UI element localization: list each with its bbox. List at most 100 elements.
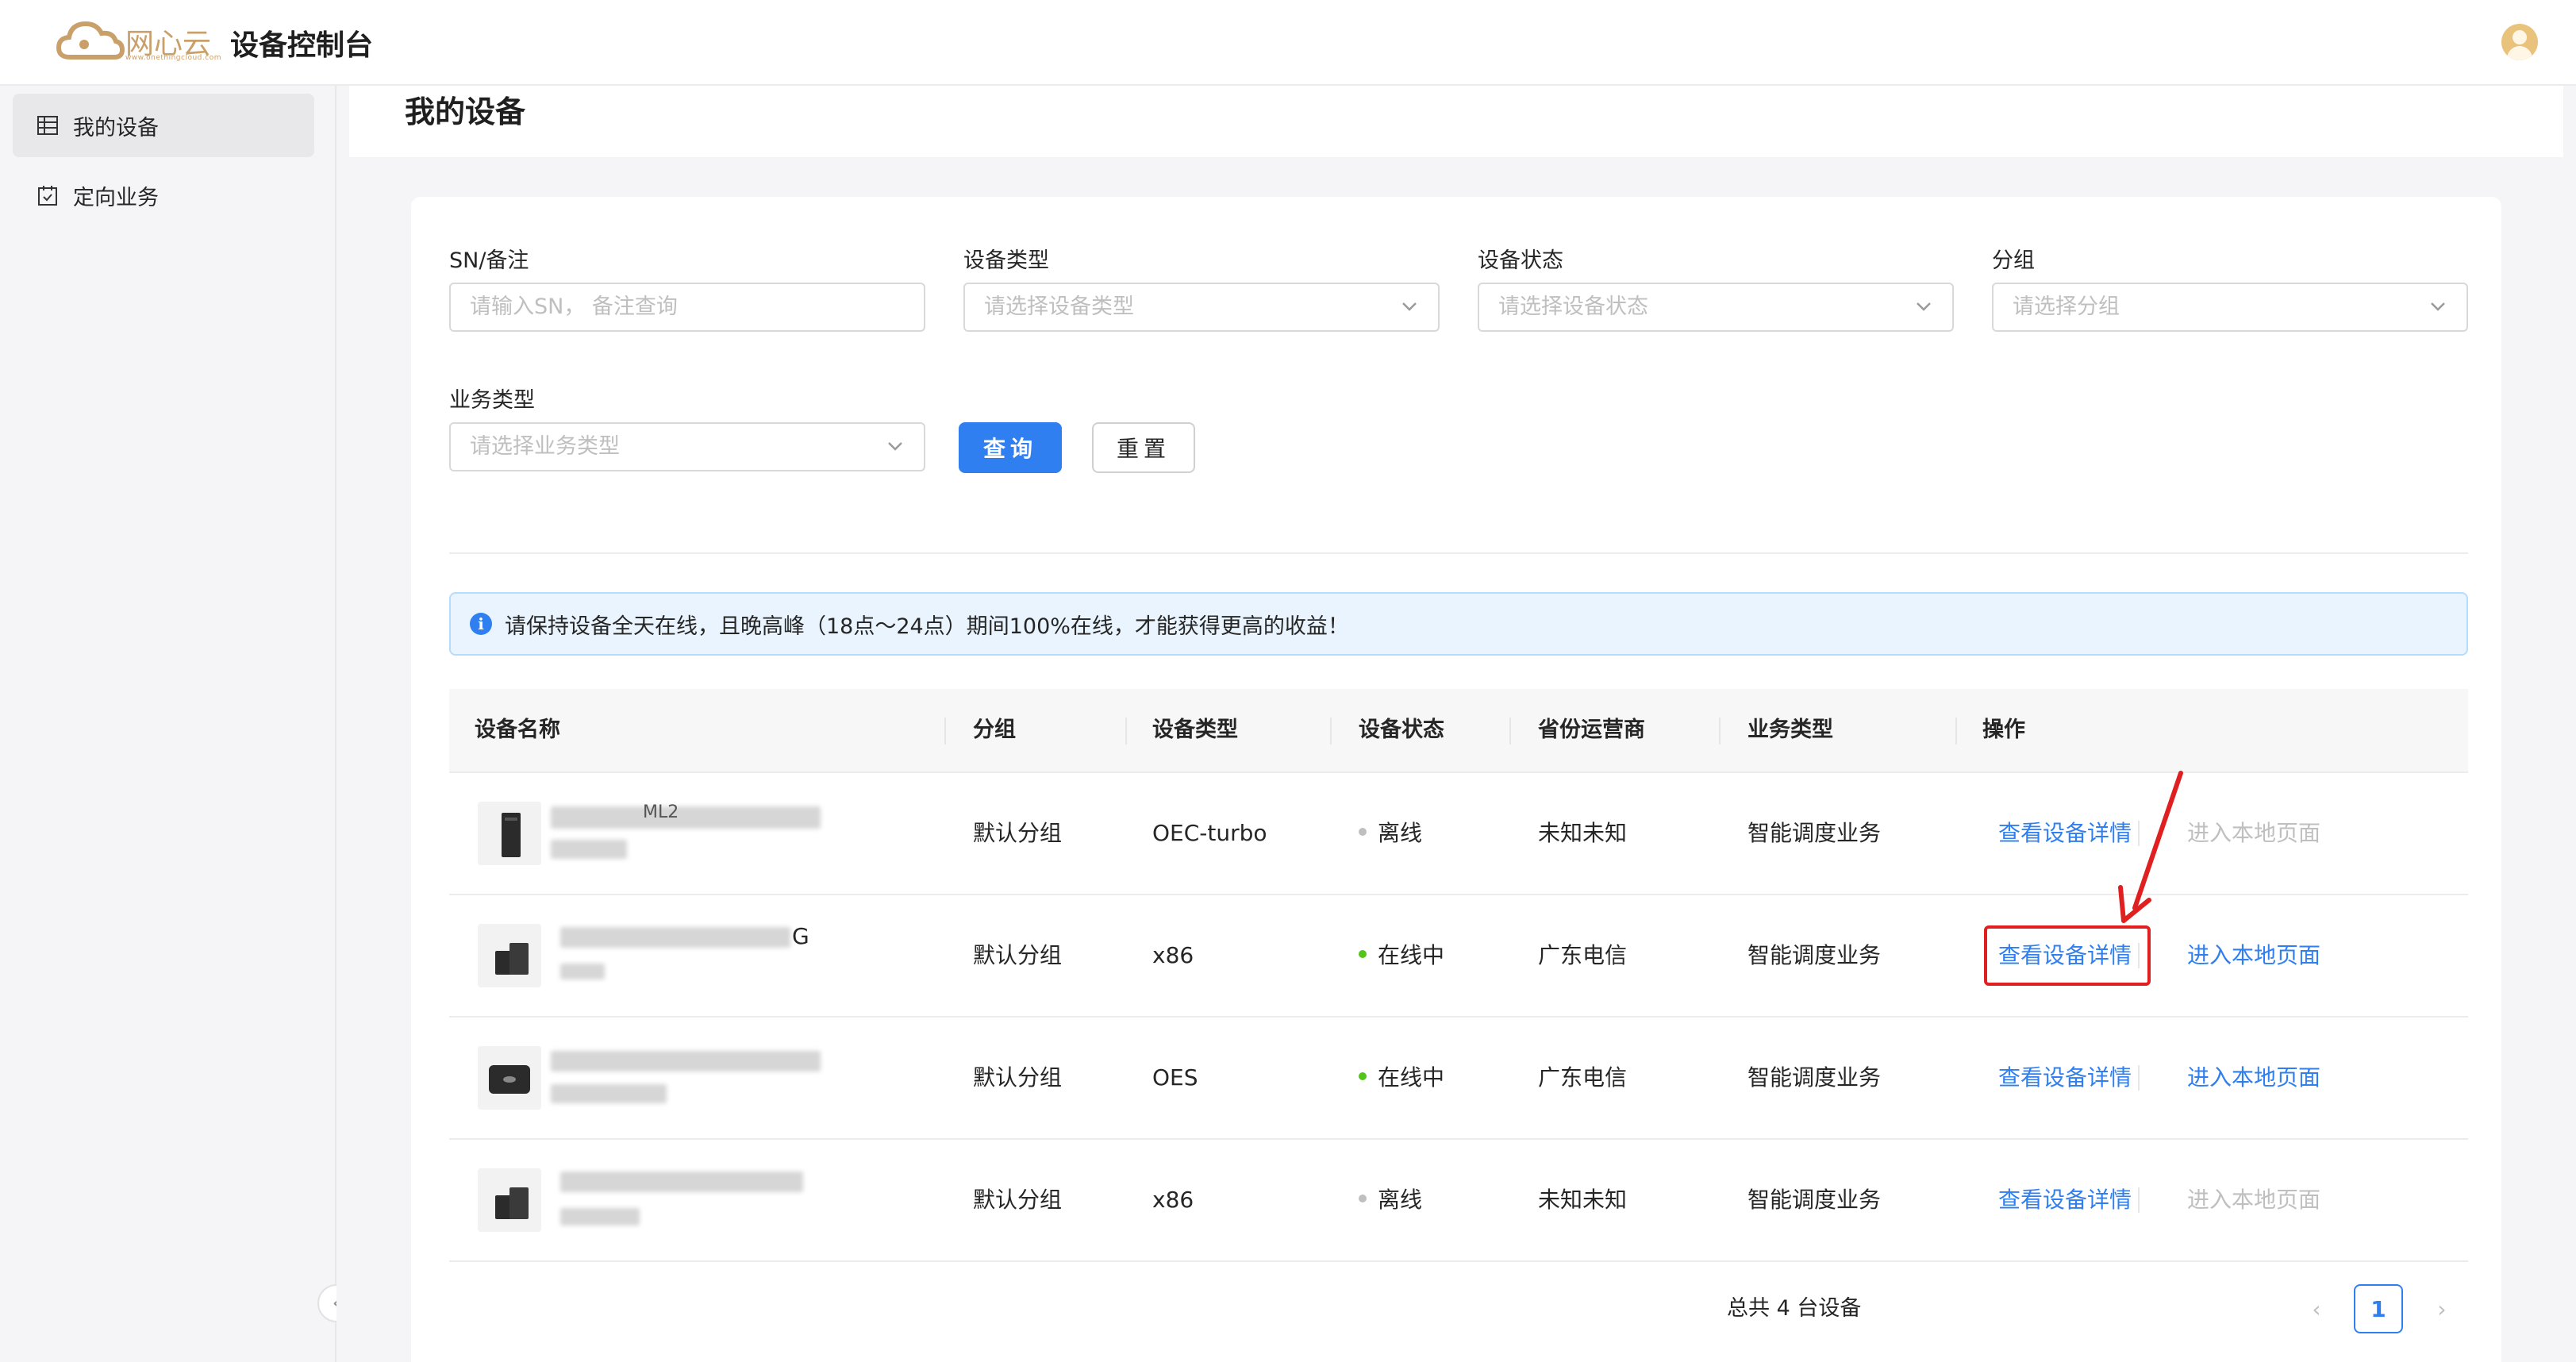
business-type-cell: 智能调度业务 <box>1747 942 1882 968</box>
local-page-link: 进入本地页面 <box>2187 1187 2321 1213</box>
device-card: SN/备注 请输入SN， 备注查询 设备类型 请选择设备类型 设备状态 请选择设… <box>411 197 2501 1362</box>
device-name-fragment: ML2 <box>643 802 679 822</box>
group-cell: 默认分组 <box>973 820 1063 846</box>
device-type-label: 设备类型 <box>963 248 1049 273</box>
device-type-cell: x86 <box>1152 942 1194 968</box>
sidebar: 我的设备 定向业务 <box>0 86 336 1362</box>
main-content: 我的设备 SN/备注 请输入SN， 备注查询 设备类型 请选择设备类型 设备状态… <box>336 86 2576 1362</box>
status-dot <box>1359 1195 1367 1202</box>
annotation-highlight-box <box>1984 925 2151 986</box>
prev-page-button[interactable]: ‹ <box>2292 1284 2341 1333</box>
device-type-cell: x86 <box>1152 1187 1194 1213</box>
view-details-link[interactable]: 查看设备详情 <box>1998 1018 2132 1138</box>
carrier-cell: 未知未知 <box>1538 1187 1628 1213</box>
blurred-device-name <box>560 1172 803 1192</box>
page-header: 我的设备 <box>349 86 2563 157</box>
local-page-link[interactable]: 进入本地页面 <box>2187 895 2320 1016</box>
table-row: 默认分组 x86 离线 未知未知 智能调度业务 查看设备详情 进入本地页面 <box>449 1140 2468 1262</box>
carrier-cell: 广东电信 <box>1538 942 1628 968</box>
status-dot <box>1359 950 1367 958</box>
chevron-down-icon <box>2431 302 2445 311</box>
device-image <box>478 924 541 987</box>
chevron-down-icon <box>1917 302 1931 311</box>
business-type-label: 业务类型 <box>449 388 535 413</box>
status-dot <box>1359 1072 1367 1080</box>
query-button[interactable]: 查询 <box>959 422 1062 473</box>
column-header: 设备类型 <box>1152 718 1238 742</box>
alert-text: 请保持设备全天在线，且晚高峰（18点～24点）期间100%在线，才能获得更高的收… <box>505 614 1349 639</box>
status-cell: 在线中 <box>1359 1018 1444 1138</box>
sn-input-placeholder: 请输入SN， 备注查询 <box>470 294 678 319</box>
table-icon <box>37 114 59 137</box>
reset-button[interactable]: 重置 <box>1092 422 1195 473</box>
calendar-check-icon <box>37 184 59 206</box>
view-details-link[interactable]: 查看设备详情 <box>1998 773 2132 894</box>
table-row: G 默认分组 x86 在线中 广东电信 智能调度业务 查看设备详情 进入本地页面 <box>449 895 2468 1018</box>
local-page-link[interactable]: 进入本地页面 <box>2187 1018 2320 1138</box>
sn-input[interactable]: 请输入SN， 备注查询 <box>449 283 925 332</box>
next-page-button[interactable]: › <box>2417 1284 2466 1333</box>
status-cell: 离线 <box>1359 1140 1422 1260</box>
group-cell: 默认分组 <box>973 1187 1063 1213</box>
column-header: 分组 <box>973 718 1016 742</box>
avatar[interactable] <box>2501 24 2538 60</box>
column-header: 省份运营商 <box>1538 718 1645 742</box>
info-icon: i <box>470 613 492 635</box>
chevron-down-icon <box>888 442 902 451</box>
table-row: 默认分组 OES 在线中 广东电信 智能调度业务 查看设备详情 进入本地页面 <box>449 1018 2468 1140</box>
device-status-placeholder: 请选择设备状态 <box>1498 294 1648 319</box>
status-cell: 离线 <box>1359 773 1422 894</box>
device-type-select[interactable]: 请选择设备类型 <box>963 283 1440 332</box>
chevron-down-icon <box>1402 302 1417 311</box>
blurred-device-name <box>551 1051 821 1072</box>
sn-label: SN/备注 <box>449 248 529 273</box>
blurred-device-sn <box>560 964 605 979</box>
device-type-placeholder: 请选择设备类型 <box>984 294 1134 319</box>
device-image <box>478 802 541 865</box>
device-name-fragment: G <box>792 923 809 949</box>
column-header: 设备名称 <box>475 718 560 742</box>
device-type-cell: OES <box>1152 1064 1198 1091</box>
group-label: 分组 <box>1992 248 2035 273</box>
business-type-cell: 智能调度业务 <box>1747 1064 1882 1091</box>
logo-subtext: www.onethingcloud.com <box>125 54 221 62</box>
device-status-select[interactable]: 请选择设备状态 <box>1478 283 1954 332</box>
business-type-cell: 智能调度业务 <box>1747 820 1882 846</box>
view-details-link[interactable]: 查看设备详情 <box>1998 1140 2132 1260</box>
blurred-device-sn <box>551 840 627 859</box>
column-header: 业务类型 <box>1747 718 1833 742</box>
status-cell: 在线中 <box>1359 895 1444 1016</box>
group-placeholder: 请选择分组 <box>2013 294 2120 319</box>
console-title: 设备控制台 <box>230 29 374 62</box>
page-1-button[interactable]: 1 <box>2354 1284 2403 1333</box>
group-cell: 默认分组 <box>973 942 1063 968</box>
device-image <box>478 1046 541 1110</box>
page-title: 我的设备 <box>405 94 526 129</box>
column-header: 操作 <box>1982 718 2025 742</box>
table-row: ML2 默认分组 OEC-turbo 离线 未知未知 智能调度业务 查看设备详情… <box>449 773 2468 895</box>
carrier-cell: 广东电信 <box>1538 1064 1628 1091</box>
blurred-device-sn <box>551 1084 667 1103</box>
business-type-select[interactable]: 请选择业务类型 <box>449 422 925 471</box>
group-cell: 默认分组 <box>973 1064 1063 1091</box>
carrier-cell: 未知未知 <box>1538 820 1628 846</box>
pagination-total: 总共 4 台设备 <box>1727 1296 1862 1321</box>
device-status-label: 设备状态 <box>1478 248 1563 273</box>
status-dot <box>1359 828 1367 836</box>
device-type-cell: OEC-turbo <box>1152 820 1267 846</box>
device-image <box>478 1168 541 1232</box>
blurred-device-name <box>551 806 821 829</box>
sidebar-item-directed-business[interactable]: 定向业务 <box>13 164 314 227</box>
business-type-cell: 智能调度业务 <box>1747 1187 1882 1213</box>
divider <box>449 552 2468 554</box>
info-alert: i 请保持设备全天在线，且晚高峰（18点～24点）期间100%在线，才能获得更高… <box>449 592 2468 656</box>
blurred-device-name <box>560 927 790 948</box>
local-page-link: 进入本地页面 <box>2187 820 2321 846</box>
column-header: 设备状态 <box>1359 718 1444 742</box>
group-select[interactable]: 请选择分组 <box>1992 283 2468 332</box>
sidebar-item-label: 定向业务 <box>73 185 159 210</box>
business-type-placeholder: 请选择业务类型 <box>470 434 620 459</box>
table-header: 设备名称 分组 设备类型 设备状态 省份运营商 业务类型 操作 <box>449 689 2468 773</box>
sidebar-item-my-devices[interactable]: 我的设备 <box>13 94 314 157</box>
blurred-device-sn <box>560 1208 640 1225</box>
